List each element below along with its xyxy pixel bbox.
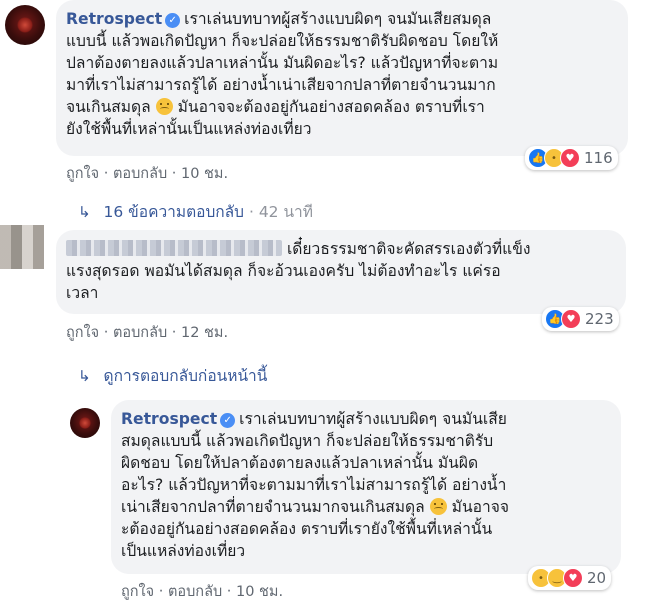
like-link[interactable]: ถูกใจ bbox=[66, 166, 99, 182]
like-link[interactable]: ถูกใจ bbox=[121, 584, 154, 600]
reaction-count: 20 bbox=[587, 569, 607, 587]
timestamp[interactable]: 10 ชม. bbox=[181, 166, 228, 182]
comment-author[interactable] bbox=[66, 240, 282, 256]
like-link[interactable]: ถูกใจ bbox=[66, 325, 99, 341]
reply-link[interactable]: ตอบกลับ bbox=[113, 325, 167, 341]
avatar[interactable] bbox=[70, 408, 100, 438]
avatar[interactable] bbox=[5, 5, 45, 45]
reply-arrow-icon: ↳ bbox=[78, 367, 91, 385]
reaction-summary[interactable]: 👍 • ♥ 116 bbox=[525, 146, 618, 170]
timestamp[interactable]: 10 ชม. bbox=[236, 584, 283, 600]
comment-author[interactable]: Retrospect bbox=[66, 10, 162, 28]
timestamp[interactable]: 12 ชม. bbox=[181, 325, 228, 341]
love-icon: ♥ bbox=[563, 568, 583, 588]
comment-text: Retrospect ✓ เราเล่นบทบาทผู้สร้างแบบผิดๆ จ… bbox=[66, 10, 499, 138]
avatar[interactable] bbox=[0, 225, 44, 269]
comment-actions: ถูกใจ · ตอบกลับ · 10 ชม. bbox=[121, 583, 284, 601]
disappointed-emoji-icon bbox=[155, 98, 173, 115]
reply-link[interactable]: ตอบกลับ bbox=[113, 166, 167, 182]
reply-arrow-icon: ↳ bbox=[78, 203, 91, 221]
verified-badge-icon: ✓ bbox=[220, 413, 236, 428]
reaction-summary[interactable]: • ‿ ♥ 20 bbox=[528, 566, 612, 590]
verified-badge-icon: ✓ bbox=[165, 13, 181, 28]
comment-actions: ถูกใจ · ตอบกลับ · 10 ชม. bbox=[66, 165, 229, 183]
comment-author[interactable]: Retrospect bbox=[121, 410, 217, 428]
reaction-count: 116 bbox=[584, 149, 613, 167]
disappointed-emoji-icon bbox=[429, 498, 447, 515]
view-previous-replies-link[interactable]: ↳ ดูการตอบกลับก่อนหน้านี้ bbox=[78, 363, 267, 388]
reply-link[interactable]: ตอบกลับ bbox=[168, 584, 222, 600]
reaction-count: 223 bbox=[585, 310, 614, 328]
comment-text: Retrospect ✓ เราเล่นบทบาทผู้สร้างแบบผิดๆ จ… bbox=[121, 410, 510, 560]
love-icon: ♥ bbox=[560, 148, 580, 168]
love-icon: ♥ bbox=[561, 309, 581, 329]
comment-text: เดี๋ยวธรรมชาติจะคัดสรรเองตัวที่แข็ง แรงส… bbox=[66, 240, 531, 302]
comment-actions: ถูกใจ · ตอบกลับ · 12 ชม. bbox=[66, 324, 229, 342]
view-replies-link[interactable]: ↳ 16 ข้อความตอบกลับ · 42 นาที bbox=[78, 199, 313, 224]
reaction-summary[interactable]: 👍 ♥ 223 bbox=[542, 307, 619, 331]
